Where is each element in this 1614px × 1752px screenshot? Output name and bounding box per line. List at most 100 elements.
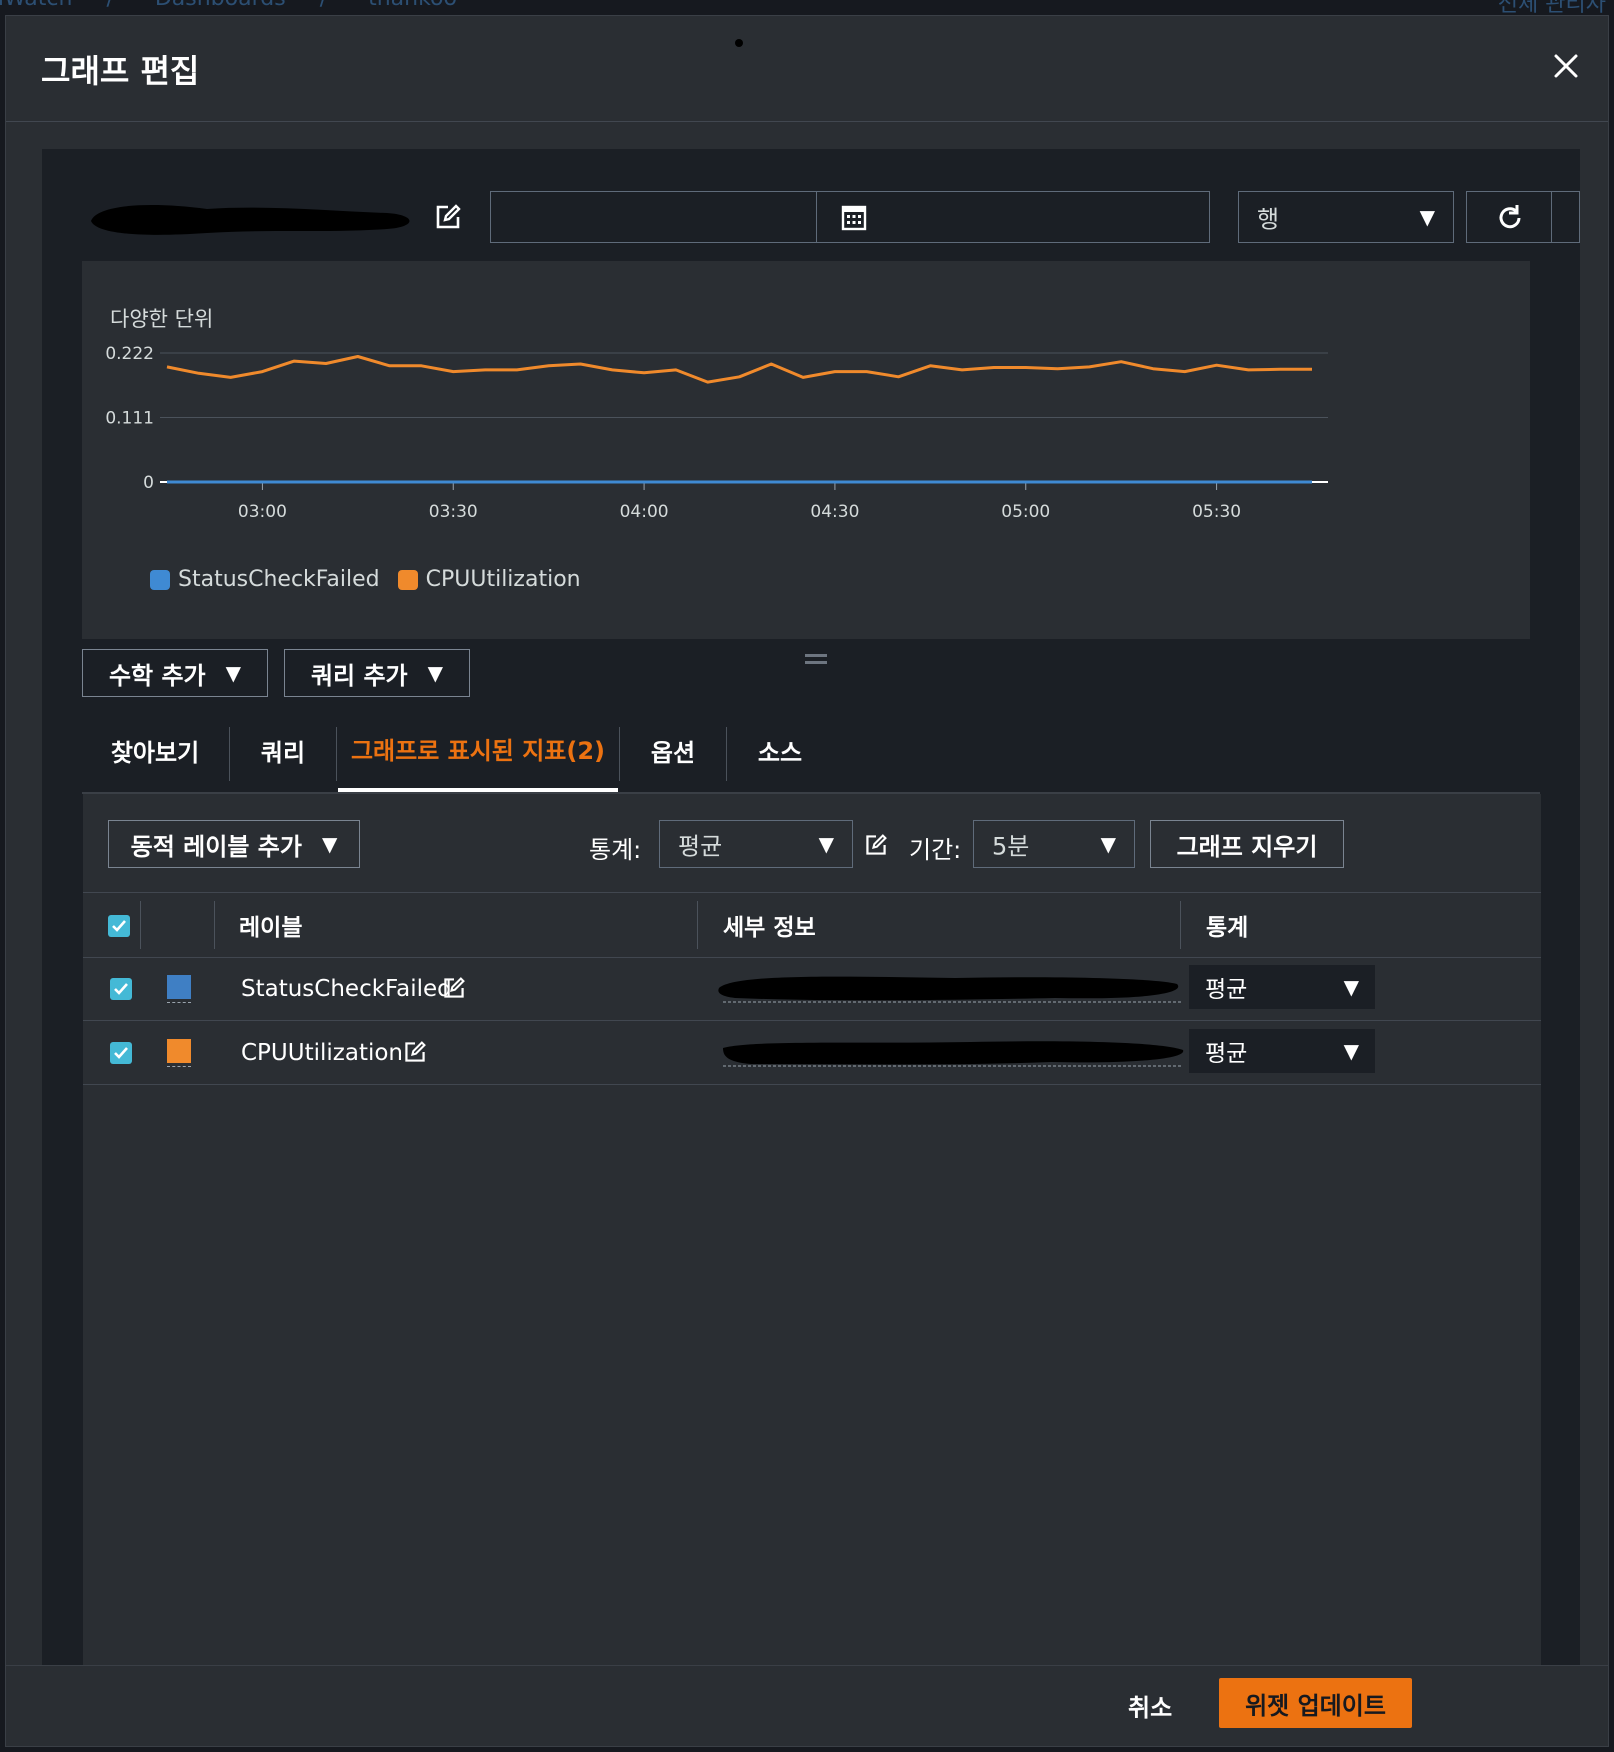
legend-swatch [397, 569, 418, 590]
period-label: 기간: [909, 836, 962, 864]
column-header-stat[interactable]: 통계 [1206, 893, 1248, 957]
column-divider [214, 901, 215, 949]
tab-source[interactable]: 소스 [727, 709, 833, 792]
checkmark-icon [114, 983, 128, 995]
modal-footer: 취소 위젯 업데이트 [6, 1665, 1608, 1746]
legend-swatch [150, 569, 170, 590]
edit-graph-modal: 그래프 편집 행 ▼ 다양한 단위 0 0.111 0.222 03:00 03… [5, 15, 1609, 1747]
x-tick-label: 04:00 [620, 502, 669, 522]
row-stat-select[interactable]: 평균 ▼ [1189, 965, 1375, 1009]
x-tick-label: 05:00 [1001, 502, 1050, 522]
add-math-button[interactable]: 수학 추가 ▼ [82, 649, 268, 697]
series-line-cpuutilization[interactable] [166, 355, 1312, 384]
refresh-options-button[interactable] [1552, 191, 1580, 243]
x-tick-label: 05:30 [1192, 502, 1241, 522]
stat-value: 평균 [678, 832, 723, 861]
column-header-label[interactable]: 레이블 [239, 893, 302, 957]
background-breadcrumb: uWatch/ Dashboards/ thankoo [0, 0, 491, 11]
redacted-metric-details [723, 1041, 1184, 1067]
chevron-down-icon: ▼ [1100, 832, 1116, 856]
checkmark-icon [114, 1047, 128, 1059]
y-tick-label: 0.222 [105, 344, 154, 364]
x-tick-label: 03:00 [238, 502, 287, 522]
x-tick-label: 04:30 [810, 502, 859, 522]
close-icon [1554, 54, 1578, 78]
graphed-metrics-panel: 동적 레이블 추가 ▼ 통계: 평균 ▼ 기간: 5분 ▼ 그래프 지우기 레이… [83, 794, 1541, 1669]
legend-label: StatusCheckFailed [178, 567, 380, 592]
chevron-down-icon: ▼ [427, 661, 444, 685]
row-stat-select[interactable]: 평균 ▼ [1189, 1029, 1375, 1073]
redacted-metric-details [718, 976, 1181, 1003]
row-checkbox[interactable] [110, 978, 132, 1000]
swatch-underline [167, 1002, 191, 1003]
tab-browse[interactable]: 찾아보기 [82, 709, 228, 792]
edit-title-icon[interactable] [434, 203, 462, 231]
row-checkbox[interactable] [110, 1042, 132, 1064]
tab-options[interactable]: 옵션 [620, 709, 726, 792]
metric-label: StatusCheckFailed [241, 976, 452, 1002]
tab-query[interactable]: 쿼리 [230, 709, 336, 792]
add-math-label: 수학 추가 [108, 661, 206, 690]
chevron-down-icon: ▼ [1343, 975, 1359, 999]
calendar-icon[interactable] [841, 205, 867, 231]
tab-divider [336, 727, 337, 781]
chart-panel: 다양한 단위 0 0.111 0.222 03:00 03:30 04:00 04:30 05… [82, 261, 1530, 639]
date-range-picker[interactable] [490, 191, 1210, 243]
stat-select[interactable]: 평균 ▼ [659, 820, 853, 868]
close-button[interactable] [1544, 44, 1588, 88]
clear-graph-button[interactable]: 그래프 지우기 [1150, 820, 1344, 868]
y-tick-label: 0.111 [105, 409, 154, 429]
resize-handle[interactable] [805, 654, 827, 668]
edit-label-icon[interactable] [403, 1040, 427, 1064]
row-stat-value: 평균 [1205, 977, 1248, 1003]
date-range-separator [816, 192, 817, 242]
tab-graphed-metrics[interactable]: 그래프로 표시된 지표(2) [338, 709, 618, 792]
editor-body: 행 ▼ 다양한 단위 0 0.111 0.222 03:00 03:30 04:00 04:… [42, 149, 1580, 1669]
modal-header: 그래프 편집 [6, 16, 1608, 122]
edit-label-icon[interactable] [442, 976, 466, 1000]
table-row: CPUUtilization 평균 ▼ [83, 1020, 1541, 1085]
table-row: StatusCheckFailed 평균 ▼ [83, 956, 1541, 1021]
chart-legend: StatusCheckFailed CPUUtilization [150, 567, 599, 592]
breadcrumb-item: thankoo [368, 0, 457, 11]
legend-item-statuscheckfailed[interactable]: StatusCheckFailed [150, 567, 380, 592]
swatch-underline [167, 1066, 191, 1067]
column-divider [140, 901, 141, 949]
camera-dot [735, 39, 743, 47]
graph-type-select[interactable]: 행 ▼ [1238, 191, 1454, 243]
chevron-down-icon: ▼ [1343, 1039, 1359, 1063]
select-all-checkbox[interactable] [108, 915, 130, 937]
period-select[interactable]: 5분 ▼ [973, 820, 1135, 868]
metrics-table-header: 레이블 세부 정보 통계 [83, 892, 1541, 958]
column-header-details[interactable]: 세부 정보 [723, 893, 816, 957]
column-divider [697, 901, 698, 949]
legend-item-cpuutilization[interactable]: CPUUtilization [397, 567, 581, 592]
add-query-button[interactable]: 쿼리 추가 ▼ [284, 649, 470, 697]
chevron-down-icon: ▼ [818, 832, 834, 856]
metrics-tabs: 찾아보기 쿼리 그래프로 표시된 지표(2) 옵션 소스 [82, 709, 1540, 794]
refresh-icon [1499, 205, 1521, 229]
row-stat-value: 평균 [1205, 1041, 1248, 1067]
add-dynamic-label-button[interactable]: 동적 레이블 추가 ▼ [108, 820, 360, 868]
add-dynamic-label-text: 동적 레이블 추가 [130, 832, 302, 861]
checkmark-icon [112, 920, 126, 932]
x-tick-label: 03:30 [429, 502, 478, 522]
column-divider [1180, 901, 1181, 949]
edit-stat-icon[interactable] [864, 833, 888, 857]
breadcrumb-item[interactable]: Dashboards [155, 0, 286, 11]
series-color-swatch[interactable] [167, 1039, 191, 1063]
chevron-down-icon: ▼ [225, 661, 242, 685]
graph-type-value: 행 [1257, 205, 1280, 234]
update-widget-button[interactable]: 위젯 업데이트 [1219, 1678, 1412, 1728]
metric-label: CPUUtilization [241, 1040, 404, 1066]
chevron-down-icon: ▼ [1419, 205, 1435, 229]
refresh-button[interactable] [1466, 191, 1552, 243]
series-color-swatch[interactable] [167, 975, 191, 999]
cancel-button[interactable]: 취소 [1128, 1688, 1172, 1723]
y-tick-label: 0 [143, 473, 154, 493]
clear-graph-label: 그래프 지우기 [1176, 832, 1318, 861]
modal-title: 그래프 편집 [41, 52, 200, 90]
breadcrumb-item[interactable]: uWatch [0, 0, 72, 11]
period-value: 5분 [992, 832, 1030, 861]
chevron-down-icon: ▼ [321, 832, 338, 856]
